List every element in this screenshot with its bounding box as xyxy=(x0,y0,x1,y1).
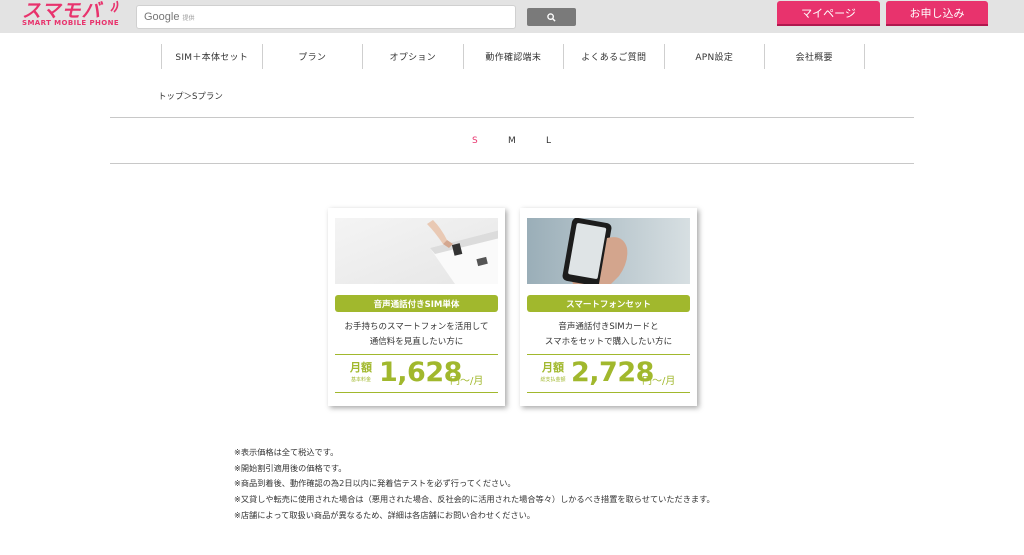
main-nav: SIM＋本体セット プラン オプション 動作確認端末 よくあるご質問 APN設定… xyxy=(161,44,865,69)
plan-tabs: S M L xyxy=(110,118,914,163)
plan-description-line2: 通信料を見直したい方に xyxy=(369,337,464,347)
logo-subtitle: SMART MOBILE PHONE xyxy=(22,19,120,27)
nav-item-apn[interactable]: APN設定 xyxy=(663,44,765,69)
price-label: 月額 xyxy=(350,361,372,374)
price-box: 月額 基本料金 1,628 円〜/月 xyxy=(335,354,498,393)
price-label: 月額 xyxy=(542,361,564,374)
tab-l[interactable]: L xyxy=(546,136,551,146)
logo-text: スマモバ xyxy=(22,0,102,22)
note-item: ※又貸しや転売に使用された場合は（悪用された場合、反社会的に活用された場合等々）… xyxy=(234,494,715,505)
search-icon xyxy=(547,12,556,22)
plan-description-line1: 音声通話付きSIMカードと xyxy=(558,322,659,332)
plan-description: お手持ちのスマートフォンを活用して 通信料を見直したい方に xyxy=(328,320,505,350)
signal-waves-icon xyxy=(110,0,119,13)
divider-bottom xyxy=(110,163,914,164)
nav-item-sim-set[interactable]: SIM＋本体セット xyxy=(161,44,262,69)
tab-s[interactable]: S xyxy=(472,136,478,146)
notes: ※表示価格は全て税込です。 ※開始割引適用後の価格です。 ※商品到着後、動作確認… xyxy=(234,445,715,524)
plan-card-sim-only[interactable]: 音声通話付きSIM単体 お手持ちのスマートフォンを活用して 通信料を見直したい方… xyxy=(328,208,505,406)
sim-card-photo xyxy=(335,218,498,284)
google-label: Google xyxy=(144,11,180,23)
price-box: 月額 総支払金額 2,728 円〜/月 xyxy=(527,354,690,393)
plan-card-smartphone-set[interactable]: スマートフォンセット 音声通話付きSIMカードと スマホをセットで購入したい方に… xyxy=(520,208,697,406)
google-provided-label: 提供 xyxy=(182,14,195,22)
logo[interactable]: スマモバ SMART MOBILE PHONE xyxy=(22,0,132,31)
breadcrumb: トップ＞Sプラン xyxy=(158,92,223,102)
note-item: ※開始割引適用後の価格です。 xyxy=(234,462,347,473)
note-item: ※表示価格は全て税込です。 xyxy=(234,447,339,457)
plan-description-line2: スマホをセットで購入したい方に xyxy=(544,337,673,347)
plan-badge: 音声通話付きSIM単体 xyxy=(335,295,498,312)
note-item: ※商品到着後、動作確認の為2日以内に発着信テストを必ず行ってください。 xyxy=(234,478,516,489)
plan-description: 音声通話付きSIMカードと スマホをセットで購入したい方に xyxy=(520,320,697,350)
price-sublabel: 総支払金額 xyxy=(540,377,566,383)
smartphone-photo xyxy=(527,218,690,284)
search-input[interactable]: Google 提供 xyxy=(136,5,516,29)
nav-item-devices[interactable]: 動作確認端末 xyxy=(462,44,564,69)
nav-item-company[interactable]: 会社概要 xyxy=(764,44,865,69)
price-unit: 円〜/月 xyxy=(450,376,484,387)
mypage-button[interactable]: マイページ xyxy=(777,1,880,26)
nav-item-plan[interactable]: プラン xyxy=(261,44,363,69)
nav-item-faq[interactable]: よくあるご質問 xyxy=(563,44,664,69)
plan-badge: スマートフォンセット xyxy=(527,295,690,312)
tab-m[interactable]: M xyxy=(508,136,516,146)
search-button[interactable] xyxy=(527,8,576,26)
note-item: ※店舗によって取扱い商品が異なるため、詳細は各店舗にお問い合わせください。 xyxy=(234,509,535,520)
price-unit: 円〜/月 xyxy=(642,376,676,387)
price-sublabel: 基本料金 xyxy=(350,377,371,383)
plan-description-line1: お手持ちのスマートフォンを活用して xyxy=(344,322,489,332)
top-bar: スマモバ SMART MOBILE PHONE Google 提供 マイページ … xyxy=(0,0,1024,33)
nav-item-option[interactable]: オプション xyxy=(362,44,463,69)
apply-button[interactable]: お申し込み xyxy=(886,1,988,26)
